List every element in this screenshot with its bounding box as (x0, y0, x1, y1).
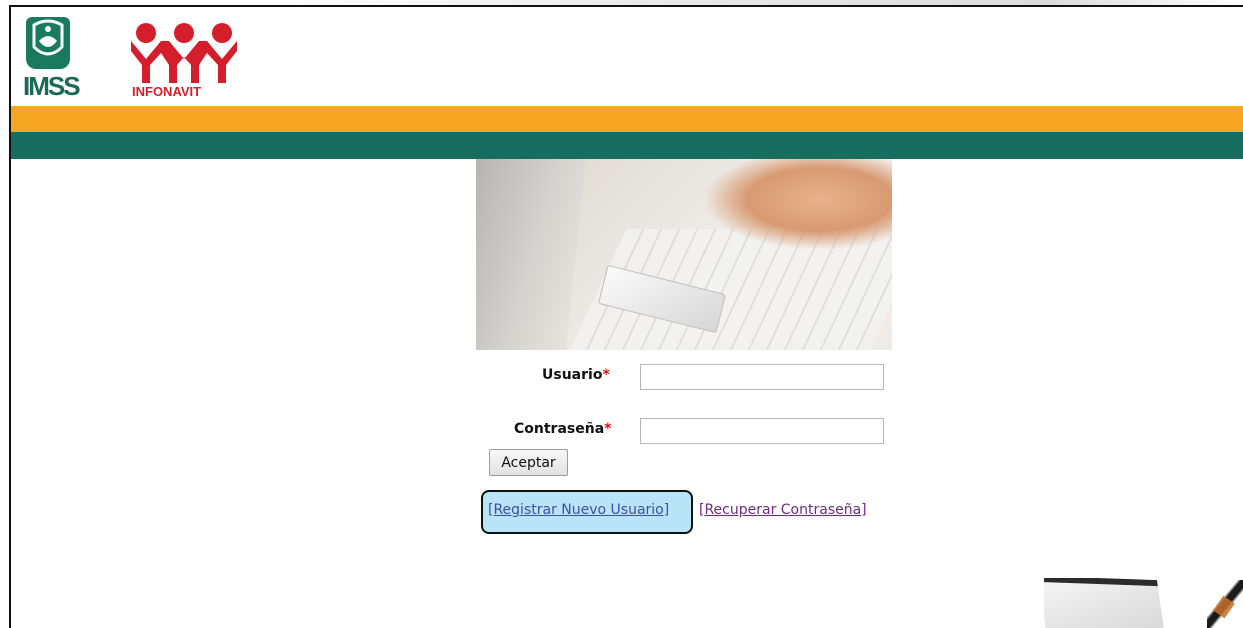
usuario-label: Usuario* (542, 367, 610, 383)
header: IMSS INFONAVIT (11, 7, 1243, 105)
recover-password-link[interactable]: [Recuperar Contraseña] (699, 502, 867, 518)
cable-decoration (1207, 580, 1243, 628)
hero-laptop-screen (476, 159, 586, 350)
green-header-band (11, 132, 1243, 159)
contrasena-label: Contraseña* (514, 421, 611, 437)
contrasena-label-text: Contraseña (514, 421, 605, 437)
contrasena-input[interactable] (640, 418, 884, 444)
imss-emblem-icon (26, 17, 70, 69)
infonavit-emblem-icon (131, 23, 237, 83)
laptop-icon (1044, 578, 1184, 628)
required-mark: * (602, 367, 610, 383)
laptop-screen-decoration (1044, 578, 1168, 628)
imss-logo-text: IMSS (23, 71, 81, 101)
infonavit-logo-icon: INFONAVIT (129, 21, 239, 105)
usuario-label-text: Usuario (542, 367, 603, 383)
infonavit-logo-text: INFONAVIT (132, 84, 202, 99)
imss-logo-icon: IMSS (23, 17, 85, 103)
register-new-user-link[interactable]: [Registrar Nuevo Usuario] (488, 502, 669, 518)
usuario-input[interactable] (640, 364, 884, 390)
orange-header-band (11, 106, 1243, 132)
hero-image (476, 159, 892, 350)
required-mark: * (604, 421, 612, 437)
aceptar-button[interactable]: Aceptar (489, 449, 568, 476)
hero-hand (706, 159, 892, 249)
